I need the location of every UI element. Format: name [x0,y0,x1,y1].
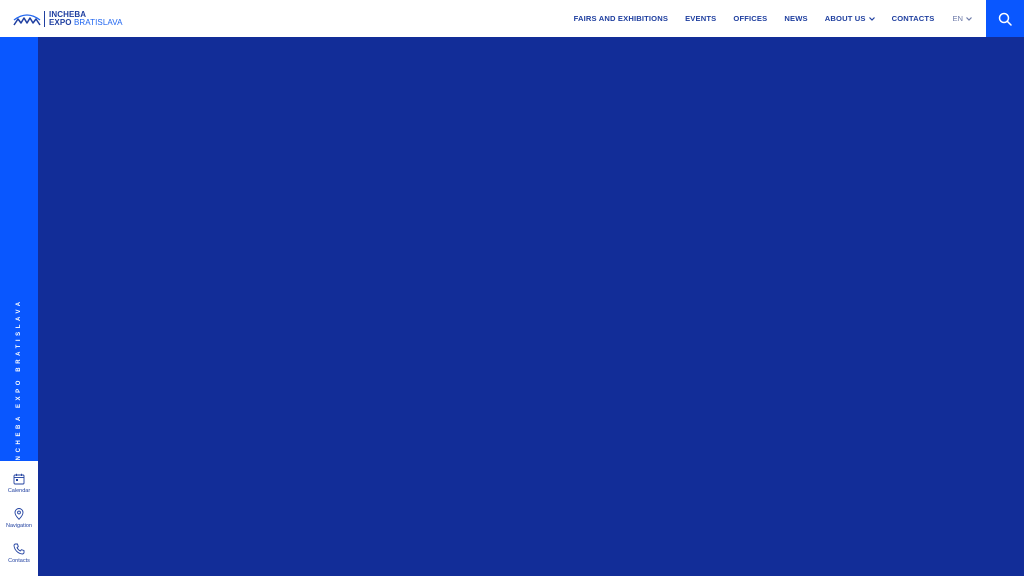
map-pin-icon [14,508,24,520]
chevron-down-icon [868,16,875,21]
chevron-down-icon [966,16,972,21]
navigation-button[interactable]: Navigation [0,508,38,529]
vertical-brand-text: INCHEBA EXPO BRATISLAVA [16,298,22,466]
navigation-label: Navigation [6,523,32,529]
logo[interactable]: INCHEBA EXPO BRATISLAVA [13,10,123,28]
calendar-button[interactable]: Calendar [0,473,38,494]
site-header: INCHEBA EXPO BRATISLAVA FAIRS AND EXHIBI… [0,0,1024,37]
contacts-button[interactable]: Contacts [0,543,38,564]
nav-about-us-label: ABOUT US [824,14,866,23]
side-tools: Calendar Navigation Contacts [0,461,38,576]
language-label: EN [952,14,963,23]
side-strip: INCHEBA EXPO BRATISLAVA [0,37,38,466]
logo-bratislava: BRATISLAVA [73,18,123,27]
nav-news[interactable]: NEWS [784,14,807,23]
logo-divider [44,11,45,27]
logo-expo: EXPO [49,18,72,27]
logo-line-2: EXPO BRATISLAVA [49,19,123,27]
nav-offices[interactable]: OFFICES [733,14,767,23]
hero-area [38,37,1024,576]
calendar-icon [13,473,25,485]
nav-contacts[interactable]: CONTACTS [892,14,935,23]
logo-text: INCHEBA EXPO BRATISLAVA [49,11,123,27]
main-nav: FAIRS AND EXHIBITIONS EVENTS OFFICES NEW… [574,0,972,37]
logo-mark-icon [13,14,41,26]
contacts-label: Contacts [8,558,30,564]
nav-about-us[interactable]: ABOUT US [825,14,875,23]
phone-icon [13,543,25,555]
calendar-label: Calendar [7,488,31,494]
search-button[interactable] [986,0,1024,37]
language-selector[interactable]: EN [952,14,972,23]
search-icon [998,12,1012,26]
nav-events[interactable]: EVENTS [685,14,716,23]
nav-fairs-and-exhibitions[interactable]: FAIRS AND EXHIBITIONS [574,14,668,23]
